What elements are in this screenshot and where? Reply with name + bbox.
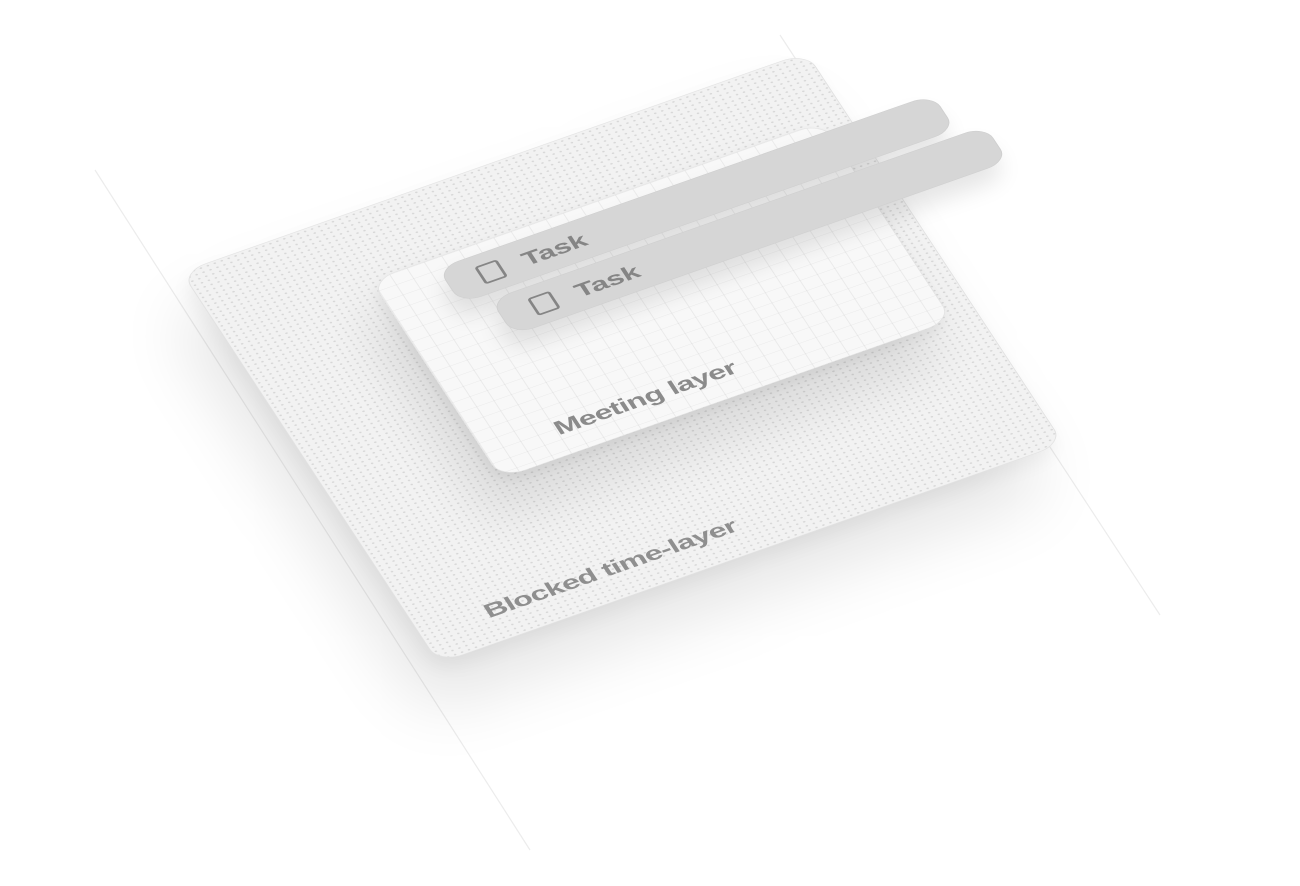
checkbox-icon[interactable]	[526, 290, 561, 317]
checkbox-icon[interactable]	[474, 259, 509, 285]
illustration-stage: Blocked time-layer Meeting layer Task Ta…	[0, 0, 1300, 886]
